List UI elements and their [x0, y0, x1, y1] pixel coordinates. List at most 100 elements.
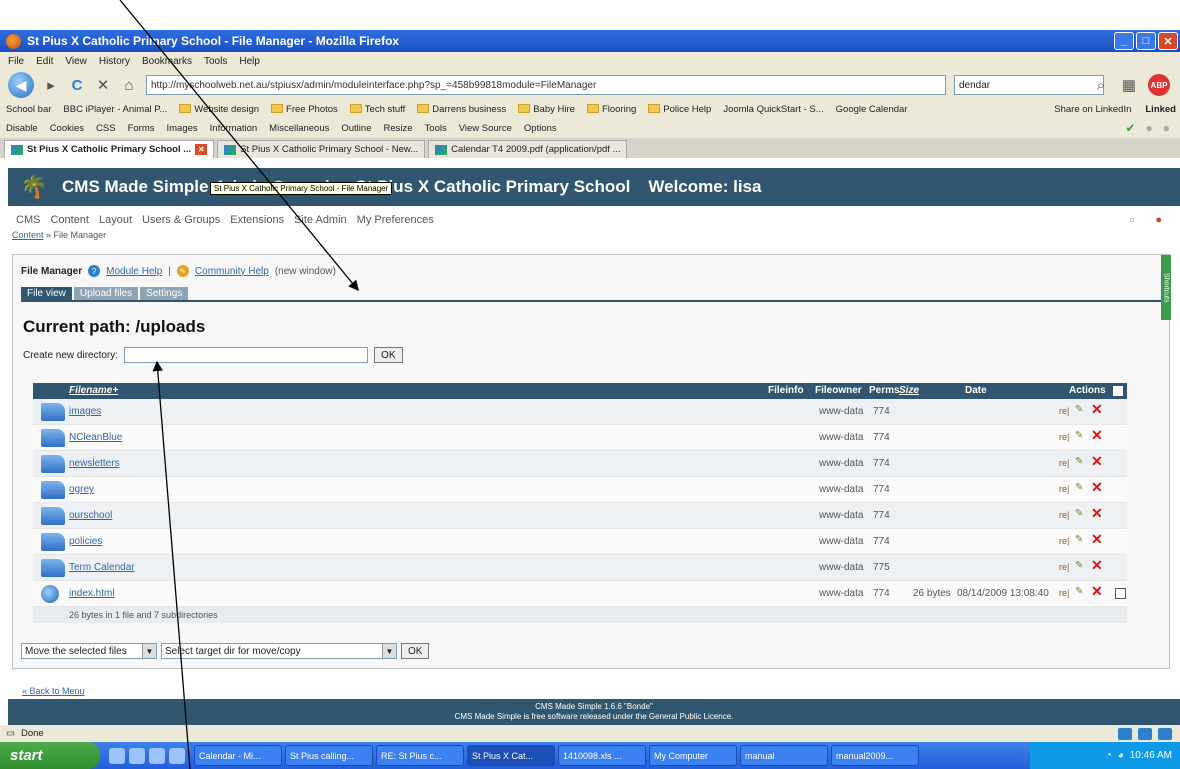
folder-icon[interactable] — [41, 559, 65, 577]
taskbar-item[interactable]: Calendar - Mi... — [194, 745, 282, 766]
tray-icon[interactable]: ◔ — [1106, 750, 1112, 761]
create-directory-ok-button[interactable]: OK — [374, 347, 403, 363]
nav-layout[interactable]: Layout — [99, 214, 132, 226]
linkedin-link[interactable]: Linked — [1145, 104, 1176, 115]
chmod-icon[interactable]: ✎ — [1075, 456, 1083, 467]
stop-icon[interactable]: ✕ — [94, 76, 112, 94]
view-site-icon[interactable]: ⌕ — [1129, 214, 1135, 227]
col-size[interactable]: Size — [899, 385, 919, 396]
delete-icon[interactable]: ✕ — [1091, 557, 1103, 574]
folder-icon[interactable] — [41, 455, 65, 473]
menu-help[interactable]: Help — [239, 56, 260, 67]
target-dir-select[interactable]: Select target dir for move/copy ▼ — [161, 643, 397, 659]
home-icon[interactable]: ⌂ — [120, 77, 138, 94]
rename-icon[interactable]: re| — [1059, 536, 1069, 546]
folder-icon[interactable] — [41, 533, 65, 551]
bookmark-item[interactable]: Police Help — [648, 104, 711, 115]
file-name-link[interactable]: NCleanBlue — [69, 432, 122, 443]
shortcuts-side-tab[interactable]: Shortcuts — [1161, 255, 1171, 320]
file-name-link[interactable]: newsletters — [69, 458, 120, 469]
url-bar[interactable]: http://myschoolweb.net.au/stpiusx/admin/… — [146, 75, 946, 95]
close-button[interactable]: ✕ — [1158, 32, 1178, 50]
chmod-icon[interactable]: ✎ — [1075, 430, 1083, 441]
bookmark-item[interactable]: Google Calendar — [836, 104, 908, 115]
adblock-icon[interactable]: ABP — [1148, 74, 1170, 96]
menu-bookmarks[interactable]: Bookmarks — [142, 56, 192, 67]
file-name-link[interactable]: images — [69, 406, 101, 417]
bookmark-item[interactable]: Tech stuff — [349, 104, 405, 115]
select-all-checkbox[interactable] — [1113, 386, 1123, 396]
file-select-checkbox[interactable] — [1115, 588, 1126, 599]
bookmark-item[interactable]: Website design — [179, 104, 259, 115]
wd-images[interactable]: Images — [166, 123, 197, 134]
wd-outline[interactable]: Outline — [341, 123, 371, 134]
bookmark-item[interactable]: Joomla QuickStart - S... — [723, 104, 823, 115]
addon-status-icon[interactable] — [1118, 727, 1132, 740]
wd-options[interactable]: Options — [524, 123, 557, 134]
start-button[interactable]: start — [0, 742, 100, 769]
file-name-link[interactable]: Term Calendar — [69, 562, 135, 573]
wd-miscellaneous[interactable]: Miscellaneous — [269, 123, 329, 134]
col-filename[interactable]: Filename+ — [69, 385, 118, 396]
wd-tools[interactable]: Tools — [425, 123, 447, 134]
taskbar-item[interactable]: manual — [740, 745, 828, 766]
folder-icon[interactable] — [41, 429, 65, 447]
delete-icon[interactable]: ✕ — [1091, 479, 1103, 496]
reload-icon[interactable]: C — [68, 77, 86, 94]
wd-information[interactable]: Information — [210, 123, 258, 134]
quick-launch-icon[interactable] — [129, 747, 145, 764]
taskbar-item[interactable]: 1410098.xls ... — [558, 745, 646, 766]
addon-status-icon[interactable] — [1138, 727, 1152, 740]
rename-icon[interactable]: re| — [1059, 562, 1069, 572]
file-name-link[interactable]: policies — [69, 536, 102, 547]
menu-history[interactable]: History — [99, 56, 130, 67]
wd-css[interactable]: CSS — [96, 123, 116, 134]
file-name-link[interactable]: index.html — [69, 588, 115, 599]
rename-icon[interactable]: re| — [1059, 510, 1069, 520]
folder-icon[interactable] — [41, 507, 65, 525]
wd-disable[interactable]: Disable — [6, 123, 38, 134]
menu-view[interactable]: View — [65, 56, 87, 67]
bookmark-item[interactable]: Flooring — [586, 104, 636, 115]
search-input[interactable]: dendar — [954, 75, 1104, 95]
tab-file-view[interactable]: File view — [21, 287, 72, 300]
taskbar-item[interactable]: manual2009... — [831, 745, 919, 766]
quick-launch-icon[interactable] — [109, 747, 125, 764]
folder-icon[interactable] — [41, 481, 65, 499]
addon-icon[interactable]: ▦ — [1120, 76, 1138, 94]
taskbar-item[interactable]: St Pius calling... — [285, 745, 373, 766]
move-ok-button[interactable]: OK — [401, 643, 430, 659]
rename-icon[interactable]: re| — [1059, 406, 1069, 416]
delete-icon[interactable]: ✕ — [1091, 531, 1103, 548]
addon-status-icon[interactable] — [1158, 727, 1172, 740]
nav-extensions[interactable]: Extensions — [230, 214, 284, 226]
quick-launch-icon[interactable] — [169, 747, 185, 764]
bookmark-item[interactable]: Baby Hire — [518, 104, 575, 115]
logout-icon[interactable]: ● — [1155, 214, 1162, 227]
wd-resize[interactable]: Resize — [383, 123, 412, 134]
minimize-button[interactable]: _ — [1114, 32, 1134, 50]
chmod-icon[interactable]: ✎ — [1075, 560, 1083, 571]
taskbar-item[interactable]: St Pius X Cat... — [467, 745, 555, 766]
wd-view-source[interactable]: View Source — [459, 123, 512, 134]
breadcrumb-content-link[interactable]: Content — [12, 230, 44, 240]
nav-cms[interactable]: CMS — [16, 214, 40, 226]
browser-tab[interactable]: Calendar T4 2009.pdf (application/pdf ..… — [428, 140, 628, 158]
search-icon[interactable]: ⌕ — [1092, 77, 1110, 94]
delete-icon[interactable]: ✕ — [1091, 453, 1103, 470]
nav-users-groups[interactable]: Users & Groups — [142, 214, 220, 226]
tray-icon[interactable]: ◕ — [1118, 750, 1124, 761]
module-help-link[interactable]: Module Help — [106, 266, 162, 277]
tab-upload-files[interactable]: Upload files — [73, 287, 139, 300]
bookmark-item[interactable]: Free Photos — [271, 104, 338, 115]
file-name-link[interactable]: ogrey — [69, 484, 94, 495]
new-directory-input[interactable] — [124, 347, 369, 363]
nav-content[interactable]: Content — [50, 214, 89, 226]
rename-icon[interactable]: re| — [1059, 458, 1069, 468]
wd-forms[interactable]: Forms — [128, 123, 155, 134]
menu-tools[interactable]: Tools — [204, 56, 227, 67]
wd-cookies[interactable]: Cookies — [50, 123, 84, 134]
delete-icon[interactable]: ✕ — [1091, 401, 1103, 418]
delete-icon[interactable]: ✕ — [1091, 583, 1103, 600]
back-button[interactable]: ◀ — [8, 72, 34, 98]
